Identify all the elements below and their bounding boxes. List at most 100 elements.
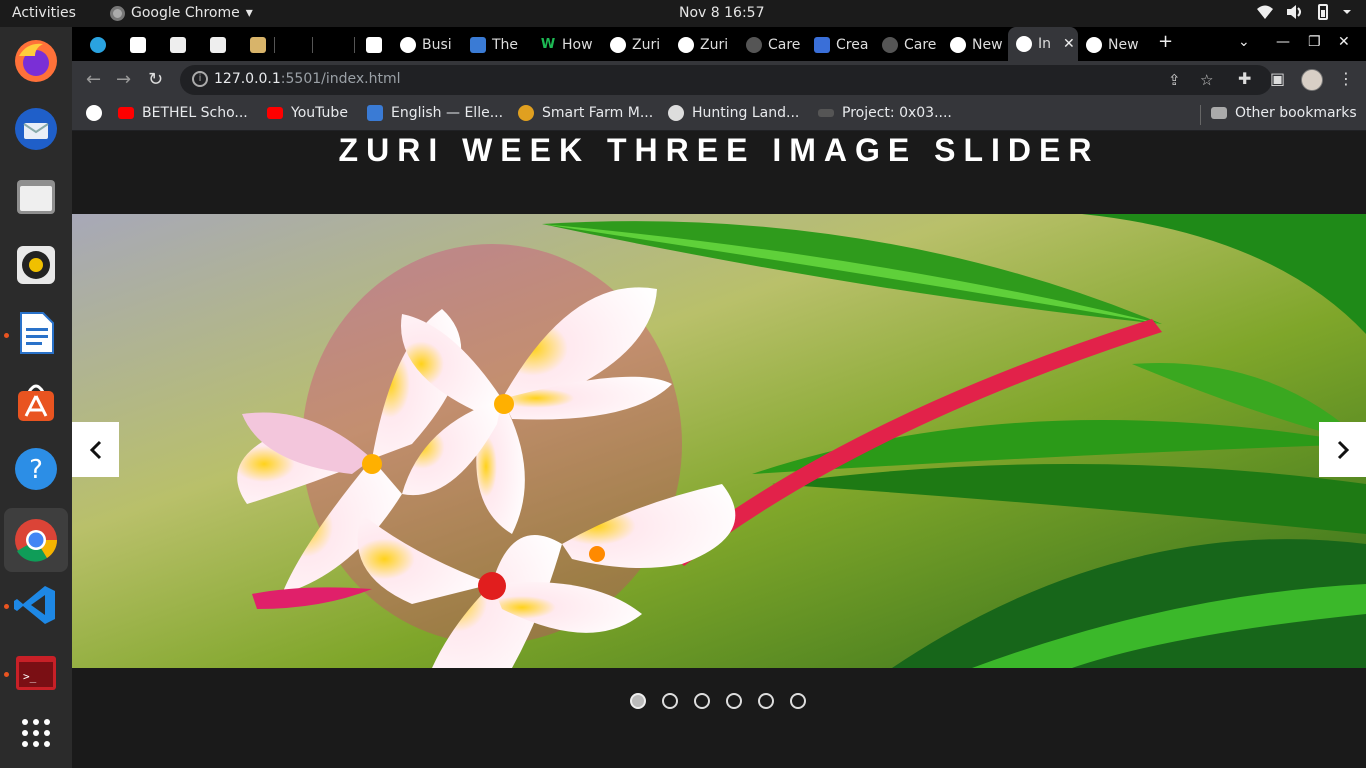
slide-dot-2[interactable] — [662, 693, 678, 709]
profile-avatar[interactable] — [1301, 69, 1323, 91]
rhythmbox-icon[interactable] — [11, 240, 61, 290]
tab-telegram[interactable] — [82, 31, 118, 59]
help-icon[interactable]: ? — [11, 444, 61, 494]
bookmarks-bar: BETHEL Scho... YouTube English — Elle...… — [72, 99, 1366, 131]
back-button[interactable]: ← — [86, 69, 101, 90]
next-slide-button[interactable] — [1319, 422, 1366, 477]
other-bookmarks-folder[interactable]: Other bookmarks — [1211, 105, 1357, 121]
share-icon[interactable]: ⇪ — [1168, 71, 1181, 89]
bookmark-globe[interactable] — [86, 105, 102, 121]
browser-toolbar: ← → ↻ i 127.0.0.1:5501/index.html ⇪ ☆ ✚ … — [72, 61, 1366, 99]
bookmark-hunting-land[interactable]: Hunting Land... — [668, 105, 799, 121]
slide-dot-5[interactable] — [758, 693, 774, 709]
vscode-icon[interactable] — [11, 580, 61, 630]
codesandbox-icon — [170, 37, 186, 53]
address-bar[interactable]: i 127.0.0.1:5501/index.html ⇪ ☆ — [180, 65, 1272, 95]
slider-image — [72, 214, 1366, 668]
chevron-left-icon — [89, 440, 101, 459]
bookmark-bethel[interactable]: BETHEL Scho... — [118, 105, 248, 121]
files-icon[interactable] — [11, 172, 61, 222]
bookmark-label: English — Elle... — [391, 105, 504, 121]
slide-dot-1[interactable] — [630, 693, 646, 709]
globe-icon — [678, 37, 694, 53]
software-icon[interactable] — [11, 376, 61, 426]
system-tray[interactable] — [1256, 4, 1352, 20]
tab-the[interactable]: The — [462, 31, 528, 59]
youtube-icon — [267, 107, 283, 119]
previous-slide-button[interactable] — [72, 422, 119, 477]
folder-icon — [1211, 107, 1227, 119]
app-menu[interactable]: Google Chrome ▾ — [110, 5, 253, 21]
tab-index-active[interactable]: In ✕ — [1008, 27, 1078, 61]
bookmark-youtube[interactable]: YouTube — [267, 105, 348, 121]
site-icon — [668, 105, 684, 121]
firefox-icon[interactable] — [11, 36, 61, 86]
bookmark-project[interactable]: Project: 0x03.... — [818, 105, 952, 121]
close-tab-icon[interactable]: ✕ — [1063, 36, 1075, 52]
tab-label: Care — [768, 37, 801, 53]
app-name: Google Chrome — [131, 5, 240, 21]
tab-codesandbox-2[interactable] — [202, 31, 238, 59]
maximize-button[interactable]: ❐ — [1308, 34, 1321, 50]
app-grid-icon[interactable] — [11, 708, 61, 758]
activities-button[interactable]: Activities — [12, 5, 76, 21]
more-menu-icon[interactable]: ⋮ — [1338, 69, 1354, 88]
extensions-icon[interactable]: ✚ — [1238, 69, 1251, 88]
mg-icon — [130, 37, 146, 53]
tab-label: Care — [904, 37, 937, 53]
site-icon — [470, 37, 486, 53]
reload-button[interactable]: ↻ — [148, 69, 163, 90]
tab-new[interactable]: New — [942, 31, 1008, 59]
tab-beer[interactable] — [242, 31, 278, 59]
tab-search-button[interactable]: ⌄ — [1238, 34, 1250, 50]
url-text[interactable]: 127.0.0.1:5501/index.html — [214, 71, 401, 87]
github-icon — [746, 37, 762, 53]
tab-f[interactable] — [358, 31, 394, 59]
youtube-icon — [118, 107, 134, 119]
info-icon[interactable]: i — [192, 71, 208, 87]
bookmark-english[interactable]: English — Elle... — [367, 105, 503, 121]
running-indicator — [4, 604, 9, 609]
bookmark-label: BETHEL Scho... — [142, 105, 248, 121]
globe-icon — [400, 37, 416, 53]
bookmark-star-icon[interactable]: ☆ — [1200, 71, 1213, 89]
tab-zuri-2[interactable]: Zuri — [670, 31, 736, 59]
tab-care-2[interactable]: Care — [874, 31, 940, 59]
close-window-button[interactable]: ✕ — [1338, 34, 1350, 50]
chrome-icon[interactable] — [4, 508, 68, 572]
slide-dot-4[interactable] — [726, 693, 742, 709]
slide-dot-6[interactable] — [790, 693, 806, 709]
new-tab-button[interactable]: + — [1158, 31, 1173, 52]
slide-dot-3[interactable] — [694, 693, 710, 709]
side-panel-icon[interactable]: ▣ — [1270, 69, 1285, 88]
globe-icon — [1016, 36, 1032, 52]
terminal-icon[interactable]: >_ — [11, 648, 61, 698]
tab-how[interactable]: W How — [532, 31, 598, 59]
tab-new-2[interactable]: New — [1078, 31, 1146, 59]
tab-codesandbox[interactable] — [162, 31, 198, 59]
bookmarks-divider — [1200, 105, 1201, 125]
thunderbird-icon[interactable] — [11, 104, 61, 154]
tab-strip: Busi The W How Zuri Zuri Care Crea Care N… — [72, 27, 1366, 61]
chrome-icon — [950, 37, 966, 53]
running-indicator — [4, 333, 9, 338]
tab-busi[interactable]: Busi — [392, 31, 458, 59]
tab-crea[interactable]: Crea — [806, 31, 872, 59]
libreoffice-writer-icon[interactable] — [11, 308, 61, 358]
chrome-icon — [1086, 37, 1102, 53]
url-host: 127.0.0.1 — [214, 71, 281, 87]
forward-button[interactable]: → — [116, 69, 131, 90]
dock: ? >_ — [0, 27, 72, 768]
dropdown-arrow-icon: ▾ — [245, 5, 253, 21]
bookmark-label: Project: 0x03.... — [842, 105, 952, 121]
clock[interactable]: Nov 8 16:57 — [679, 5, 764, 21]
tab-mg[interactable] — [122, 31, 158, 59]
tab-label: Zuri — [632, 37, 661, 53]
minimize-button[interactable]: — — [1276, 34, 1290, 50]
tab-care[interactable]: Care — [738, 31, 804, 59]
gnome-top-bar: Activities Google Chrome ▾ Nov 8 16:57 — [0, 0, 1366, 27]
bookmark-label: Smart Farm M... — [542, 105, 654, 121]
tab-zuri[interactable]: Zuri — [602, 31, 668, 59]
bookmark-smart-farm[interactable]: Smart Farm M... — [518, 105, 653, 121]
tab-separator — [274, 37, 275, 53]
